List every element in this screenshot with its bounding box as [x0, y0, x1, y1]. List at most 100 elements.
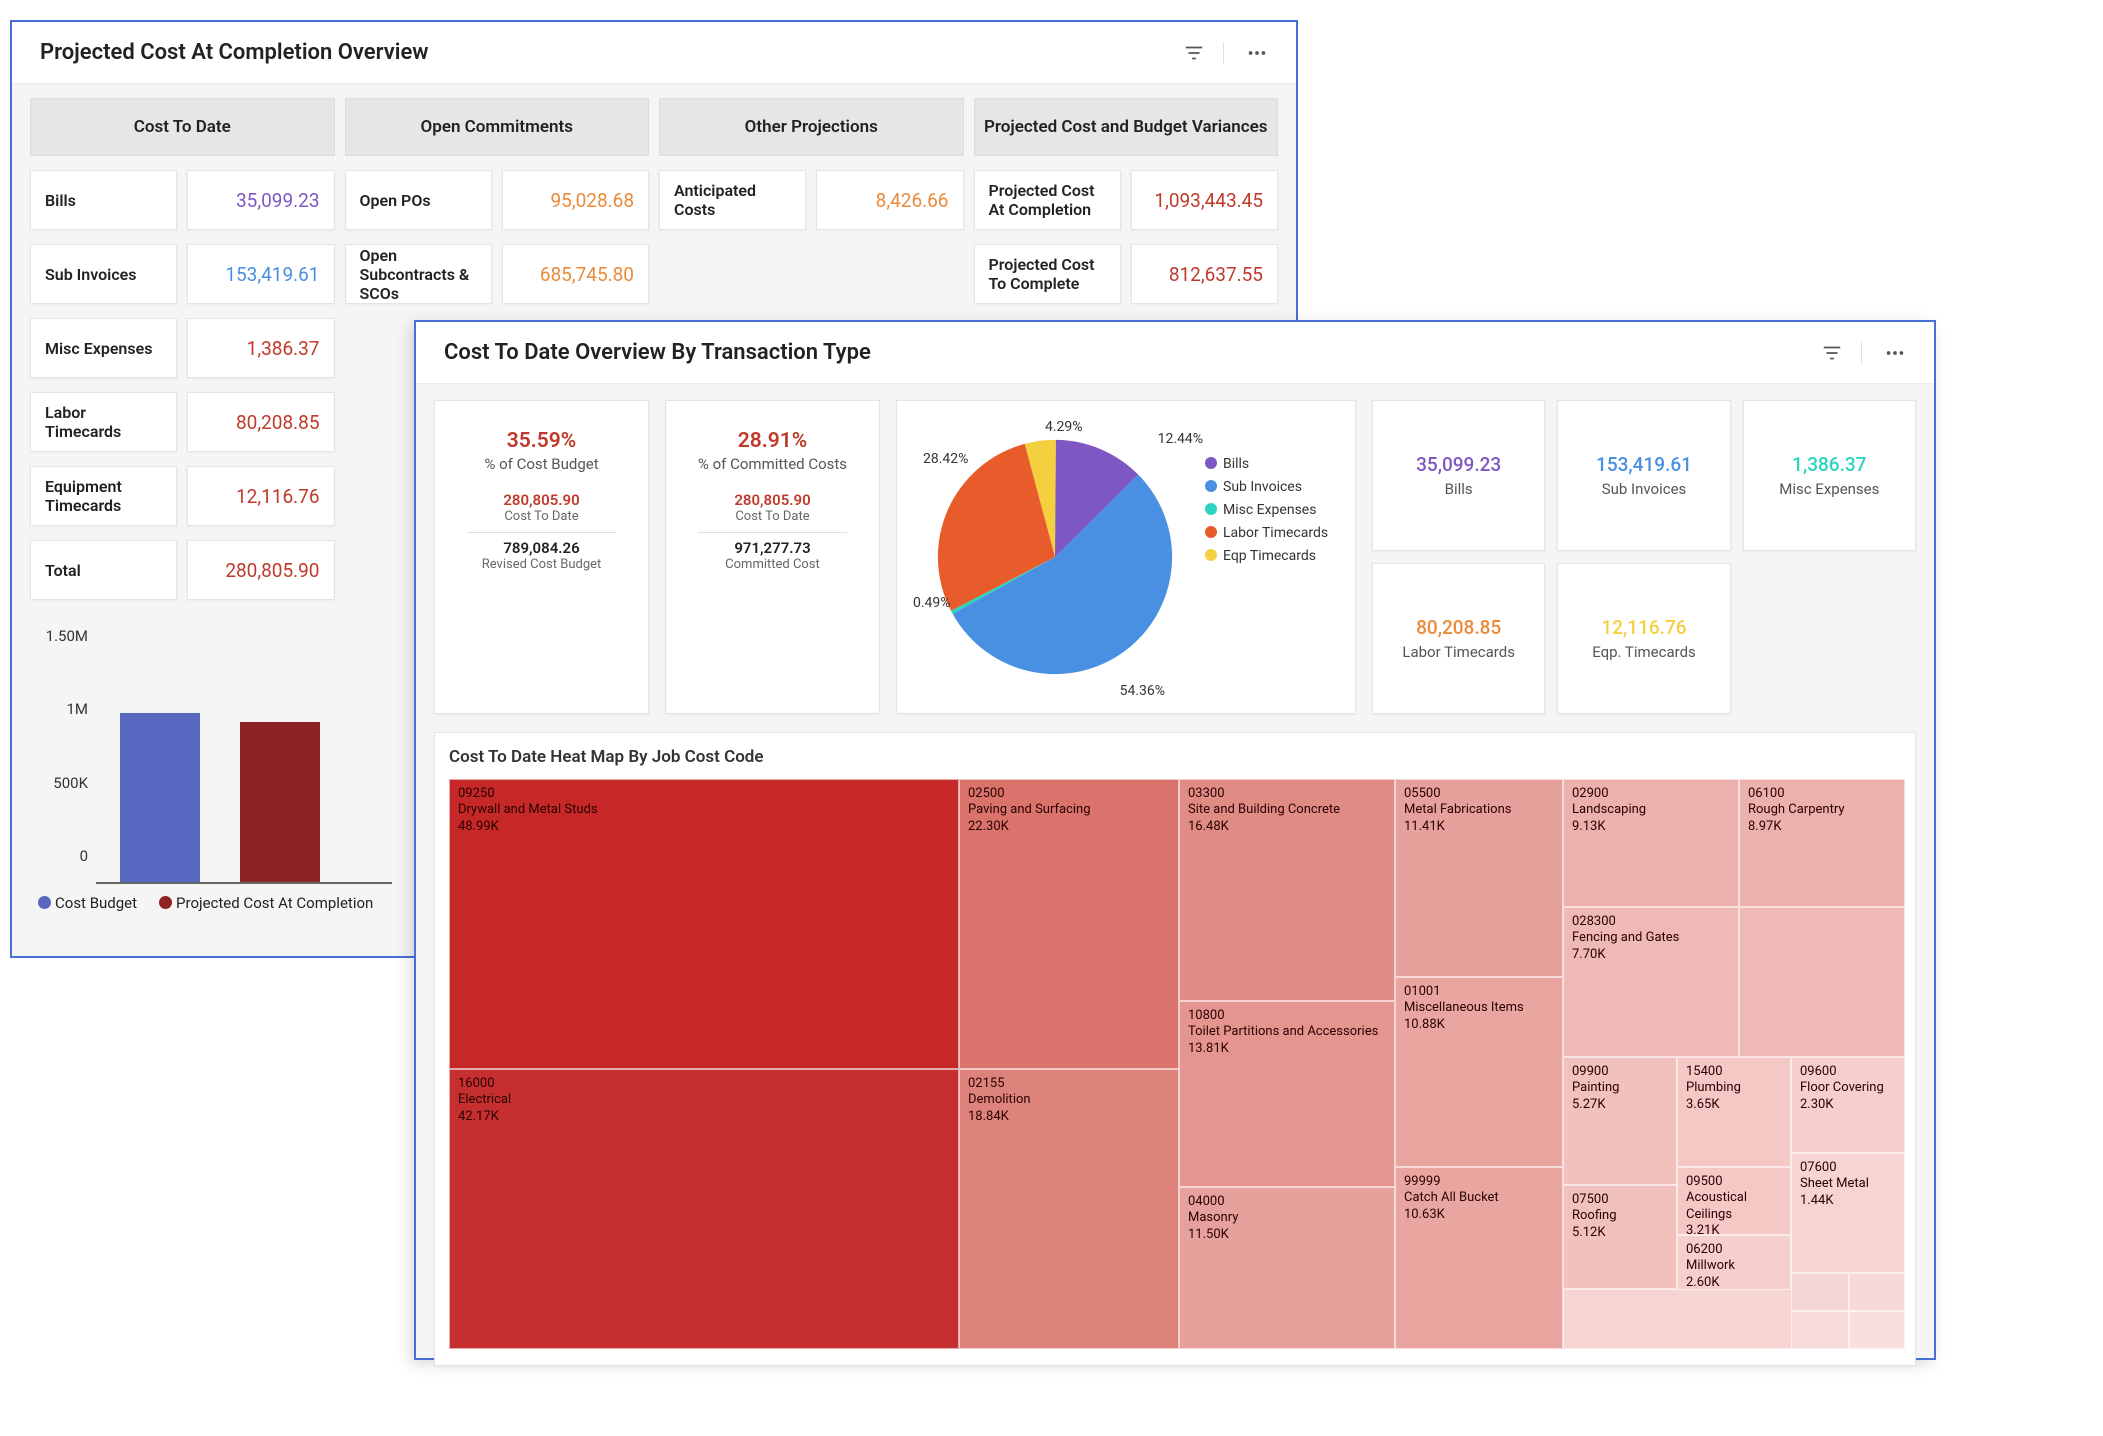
- pct-sub-label: Revised Cost Budget: [453, 557, 630, 572]
- panel-title: Cost To Date Overview By Transaction Typ…: [444, 340, 871, 365]
- pct-sub-label: Cost To Date: [684, 509, 861, 524]
- pct-label: % of Committed Costs: [684, 455, 861, 473]
- heatmap-cell[interactable]: 09900Painting5.27K: [1563, 1057, 1677, 1185]
- panel-title: Projected Cost At Completion Overview: [40, 40, 429, 65]
- bar-chart: 0 500K 1M 1.50M Cost Budget Projected Cost A…: [30, 626, 400, 920]
- metric-label: Anticipated Costs: [659, 170, 806, 230]
- legend-item[interactable]: Misc Expenses: [1205, 502, 1328, 518]
- panel-cost-to-date-overview: Cost To Date Overview By Transaction Typ…: [414, 320, 1936, 1360]
- stat-label: Sub Invoices: [1602, 480, 1687, 498]
- metric-value: 153,419.61: [187, 244, 334, 304]
- legend-item[interactable]: Cost Budget: [38, 894, 137, 912]
- bar[interactable]: [120, 713, 200, 882]
- heatmap-cell[interactable]: 02900Landscaping9.13K: [1563, 779, 1739, 907]
- summary-row: 35.59% % of Cost Budget 280,805.90 Cost …: [434, 400, 1916, 714]
- pie-label-misc: 0.49%: [913, 595, 951, 611]
- heatmap-cell[interactable]: 15400Plumbing3.65K: [1677, 1057, 1791, 1167]
- more-icon[interactable]: [1861, 342, 1906, 364]
- legend-item[interactable]: Sub Invoices: [1205, 479, 1328, 495]
- metric-label: Total: [30, 540, 177, 600]
- stat-label: Misc Expenses: [1779, 480, 1879, 498]
- pct-value: 28.91%: [684, 429, 861, 453]
- pie-label-eqp: 4.29%: [1045, 419, 1083, 435]
- heatmap-cell[interactable]: 09500Acoustical Ceilings3.21K: [1677, 1167, 1791, 1235]
- heatmap-cell[interactable]: 10800Toilet Partitions and Accessories13…: [1179, 1001, 1395, 1187]
- metric-value: 280,805.90: [187, 540, 334, 600]
- stat-card: 80,208.85 Labor Timecards: [1372, 563, 1545, 714]
- filter-icon[interactable]: [1183, 42, 1205, 64]
- stat-label: Bills: [1445, 480, 1473, 498]
- stat-value: 80,208.85: [1416, 616, 1501, 639]
- heatmap-cell[interactable]: [1849, 1273, 1905, 1311]
- metric-label: Open POs: [345, 170, 492, 230]
- metric-label: Labor Timecards: [30, 392, 177, 452]
- pct-sub-value: 971,277.73: [684, 539, 861, 557]
- pie-label-bills: 12.44%: [1158, 431, 1203, 447]
- heatmap-cell[interactable]: 06100Rough Carpentry8.97K: [1739, 779, 1905, 907]
- heatmap-cell[interactable]: 02500Paving and Surfacing22.30K: [959, 779, 1179, 1069]
- metric-label: Projected Cost At Completion: [974, 170, 1121, 230]
- column-headers: Cost To DateOpen CommitmentsOther Projec…: [30, 98, 1278, 156]
- pct-label: % of Cost Budget: [453, 455, 630, 473]
- metric-value: 80,208.85: [187, 392, 334, 452]
- legend-item[interactable]: Bills: [1205, 456, 1328, 472]
- stat-card: 153,419.61 Sub Invoices: [1557, 400, 1730, 551]
- heatmap-cell[interactable]: 09600Floor Covering2.30K: [1791, 1057, 1905, 1153]
- heatmap-cell[interactable]: [1849, 1311, 1905, 1349]
- metric-value: 12,116.76: [187, 466, 334, 526]
- stat-label: Labor Timecards: [1402, 643, 1515, 661]
- pct-sub-value: 789,084.26: [453, 539, 630, 557]
- metric-value: 1,386.37: [187, 318, 334, 378]
- column-header: Cost To Date: [30, 98, 335, 156]
- bar[interactable]: [240, 722, 320, 882]
- heatmap-cell[interactable]: 09250Drywall and Metal Studs48.99K: [449, 779, 959, 1069]
- pct-sub-label: Cost To Date: [453, 509, 630, 524]
- metric-label: Misc Expenses: [30, 318, 177, 378]
- pct-sub-label: Committed Cost: [684, 557, 861, 572]
- legend-item[interactable]: Eqp Timecards: [1205, 548, 1328, 564]
- axis-tick: 0: [34, 847, 88, 865]
- axis-tick: 500K: [34, 774, 88, 792]
- heatmap-cell[interactable]: 01001Miscellaneous Items10.88K: [1395, 977, 1563, 1167]
- pie-legend: Bills Sub Invoices Misc Expenses Labor Time…: [1205, 449, 1328, 697]
- legend-item[interactable]: Labor Timecards: [1205, 525, 1328, 541]
- heatmap-cell[interactable]: [1791, 1273, 1849, 1311]
- axis-tick: 1.50M: [34, 627, 88, 645]
- heatmap-cell[interactable]: 16000Electrical42.17K: [449, 1069, 959, 1349]
- heatmap-cell[interactable]: 04000Masonry11.50K: [1179, 1187, 1395, 1349]
- heatmap-cell[interactable]: 06200Millwork2.60K: [1677, 1235, 1791, 1295]
- pie-label-sub: 54.36%: [1120, 683, 1165, 699]
- heatmap-cell[interactable]: 05500Metal Fabrications11.41K: [1395, 779, 1563, 977]
- heatmap-cell[interactable]: 07500Roofing5.12K: [1563, 1185, 1677, 1289]
- heatmap-cell[interactable]: [1791, 1311, 1849, 1349]
- pct-card: 35.59% % of Cost Budget 280,805.90 Cost …: [434, 400, 649, 714]
- heatmap-cell[interactable]: [1739, 907, 1905, 1057]
- heatmap-cell[interactable]: 028300Fencing and Gates7.70K: [1563, 907, 1739, 1057]
- metric-value: 35,099.23: [187, 170, 334, 230]
- heatmap-cell[interactable]: 03300Site and Building Concrete16.48K: [1179, 779, 1395, 1001]
- heatmap-cell[interactable]: 07600Sheet Metal1.44K: [1791, 1153, 1905, 1273]
- metric-value: 8,426.66: [816, 170, 963, 230]
- stat-card: 12,116.76 Eqp. Timecards: [1557, 563, 1730, 714]
- metric-label: Bills: [30, 170, 177, 230]
- heatmap-cell[interactable]: 99999Catch All Bucket10.63K: [1395, 1167, 1563, 1349]
- column-header: Projected Cost and Budget Variances: [974, 98, 1279, 156]
- stat-value: 153,419.61: [1596, 453, 1692, 476]
- pct-sub-value: 280,805.90: [453, 491, 630, 509]
- stat-card: 1,386.37 Misc Expenses: [1743, 400, 1916, 551]
- pct-card: 28.91% % of Committed Costs 280,805.90 C…: [665, 400, 880, 714]
- pct-sub-value: 280,805.90: [684, 491, 861, 509]
- stat-card: 35,099.23 Bills: [1372, 400, 1545, 551]
- heatmap-cell[interactable]: 02155Demolition18.84K: [959, 1069, 1179, 1349]
- more-icon[interactable]: [1223, 42, 1268, 64]
- legend-item[interactable]: Projected Cost At Completion: [159, 894, 373, 912]
- metric-value: 95,028.68: [502, 170, 649, 230]
- filter-icon[interactable]: [1821, 342, 1843, 364]
- stat-grid: 35,099.23 Bills153,419.61 Sub Invoices1,…: [1372, 400, 1916, 714]
- metric-value: 1,093,443.45: [1131, 170, 1278, 230]
- metric-value: 812,637.55: [1131, 244, 1278, 304]
- panel-header: Projected Cost At Completion Overview: [12, 22, 1296, 84]
- pie-label-labor: 28.42%: [923, 451, 968, 467]
- axis-tick: 1M: [34, 700, 88, 718]
- column-header: Open Commitments: [345, 98, 650, 156]
